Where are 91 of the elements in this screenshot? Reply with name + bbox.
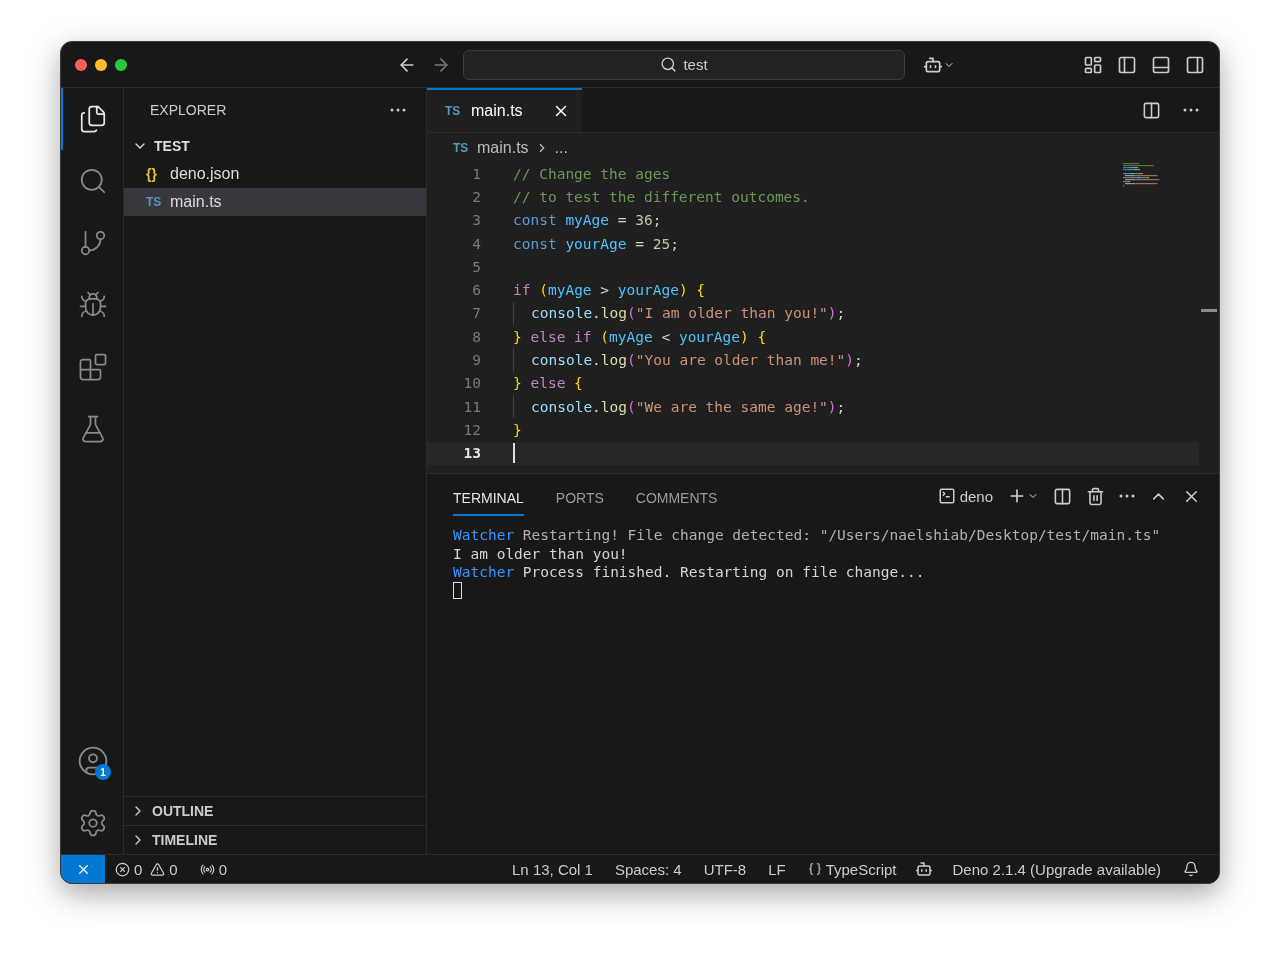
braces-icon	[807, 862, 822, 876]
code-line: if (myAge > yourAge) {	[513, 281, 706, 301]
zoom-window-button[interactable]	[115, 58, 127, 71]
line-number: 5	[471, 258, 482, 275]
line-number: 10	[462, 375, 482, 392]
language-mode[interactable]: TypeScript	[807, 860, 897, 878]
problems-indicator[interactable]: 0 0	[115, 860, 178, 878]
code-line: console.log("You are older than me!");	[531, 351, 863, 370]
code-line: const myAge = 36;	[513, 211, 662, 231]
code-line: console.log("I am older than you!");	[531, 304, 846, 324]
split-icon	[1142, 100, 1161, 120]
line-number: 8	[471, 328, 482, 345]
code-line: } else if (myAge < yourAge) {	[513, 327, 767, 347]
section-header[interactable]: OUTLINE	[124, 796, 426, 825]
code-line: const yourAge = 25;	[513, 234, 679, 254]
code-line: // Change the ages	[513, 164, 671, 184]
remote-button[interactable]	[61, 855, 105, 883]
line-number: 11	[462, 398, 482, 415]
more-icon	[390, 108, 406, 112]
editor-tab[interactable]: TS main.ts	[427, 88, 582, 132]
account-button[interactable]: 1	[61, 730, 123, 792]
panel-toggle-button[interactable]	[1151, 54, 1171, 75]
notifications-button[interactable]	[1183, 861, 1199, 877]
line-number: 6	[471, 282, 482, 299]
terminal-icon	[937, 487, 956, 505]
notification-badge: 1	[95, 764, 111, 780]
folder-item[interactable]: TEST	[124, 132, 426, 160]
line-number: 7	[471, 305, 482, 322]
code-line: // to test the different outcomes.	[513, 187, 810, 207]
settings-icon	[78, 808, 108, 838]
branch-icon	[78, 228, 108, 258]
line-number: 12	[462, 421, 482, 438]
code-line: }	[513, 420, 522, 440]
breadcrumb[interactable]: TS main.ts ...	[427, 133, 1219, 162]
sidebar-toggle-button[interactable]	[1117, 54, 1137, 75]
scrollbar-thumb[interactable]	[1201, 309, 1217, 312]
line-number: 2	[471, 188, 482, 205]
kill-terminal-button[interactable]	[1086, 486, 1105, 506]
files-icon	[78, 104, 108, 134]
layout-icon	[1083, 54, 1103, 75]
terminal-selector[interactable]: deno	[937, 487, 993, 505]
text-cursor	[513, 443, 515, 464]
secondary-sidebar-button[interactable]	[1185, 54, 1205, 75]
status-item[interactable]: Spaces: 4	[614, 860, 682, 878]
terminal-line: Watcher Restarting! File change detected: "/Users/naelshiab/Desktop/test/main.ts"	[453, 526, 1162, 545]
command-search-field[interactable]: test	[463, 49, 905, 80]
file-item[interactable]: {} deno.json	[124, 160, 426, 188]
more-icon	[1119, 494, 1135, 498]
panel-tab[interactable]: TERMINAL	[453, 480, 524, 516]
line-number: 3	[471, 212, 482, 229]
bug-icon	[78, 290, 108, 320]
panel-right-icon	[1185, 54, 1205, 75]
layout-button[interactable]	[1083, 54, 1103, 75]
minimize-window-button[interactable]	[95, 58, 107, 71]
terminal-line: Watcher Process finished. Restarting on file change...	[453, 563, 926, 582]
line-number: 1	[471, 165, 482, 182]
more-button[interactable]	[390, 108, 406, 112]
blocks-icon	[78, 352, 108, 382]
status-item[interactable]: LF	[768, 860, 786, 878]
error-icon	[115, 861, 130, 877]
search-icon	[660, 56, 678, 73]
panel-bottom-icon	[1151, 54, 1171, 75]
search-icon	[78, 166, 108, 196]
line-number: 9	[471, 352, 482, 368]
split-terminal-button[interactable]	[1053, 486, 1072, 506]
terminal-cursor	[453, 581, 462, 599]
split-icon	[1053, 486, 1072, 506]
sidebar-title: EXPLORER	[150, 102, 227, 118]
code-line: } else {	[513, 374, 583, 394]
more-button[interactable]	[1119, 494, 1135, 498]
bell-icon	[1183, 861, 1199, 877]
runtime-status[interactable]: Deno 2.1.4 (Upgrade available)	[952, 860, 1161, 878]
line-number: 4	[471, 235, 482, 252]
close-window-button[interactable]	[75, 58, 87, 71]
file-item[interactable]: TS main.ts	[124, 188, 426, 216]
code-line: console.log("We are the same age!");	[531, 397, 846, 417]
person-icon	[77, 745, 109, 777]
status-item[interactable]: Ln 13, Col 1	[512, 860, 593, 878]
terminal-line: I am older than you!	[453, 544, 629, 563]
copilot-button[interactable]	[914, 860, 933, 878]
warning-icon	[150, 861, 166, 877]
panel-tab[interactable]: PORTS	[555, 480, 604, 516]
line-number: 13	[462, 445, 482, 462]
robot-icon	[914, 860, 933, 878]
panel-tab[interactable]: COMMENTS	[635, 480, 718, 516]
trash-icon	[1086, 486, 1105, 506]
status-item[interactable]: UTF-8	[703, 860, 747, 878]
panel-left-icon	[1117, 54, 1137, 75]
ports-indicator[interactable]: 0	[199, 860, 228, 878]
section-header[interactable]: TIMELINE	[124, 825, 426, 854]
more-icon	[1183, 108, 1199, 112]
